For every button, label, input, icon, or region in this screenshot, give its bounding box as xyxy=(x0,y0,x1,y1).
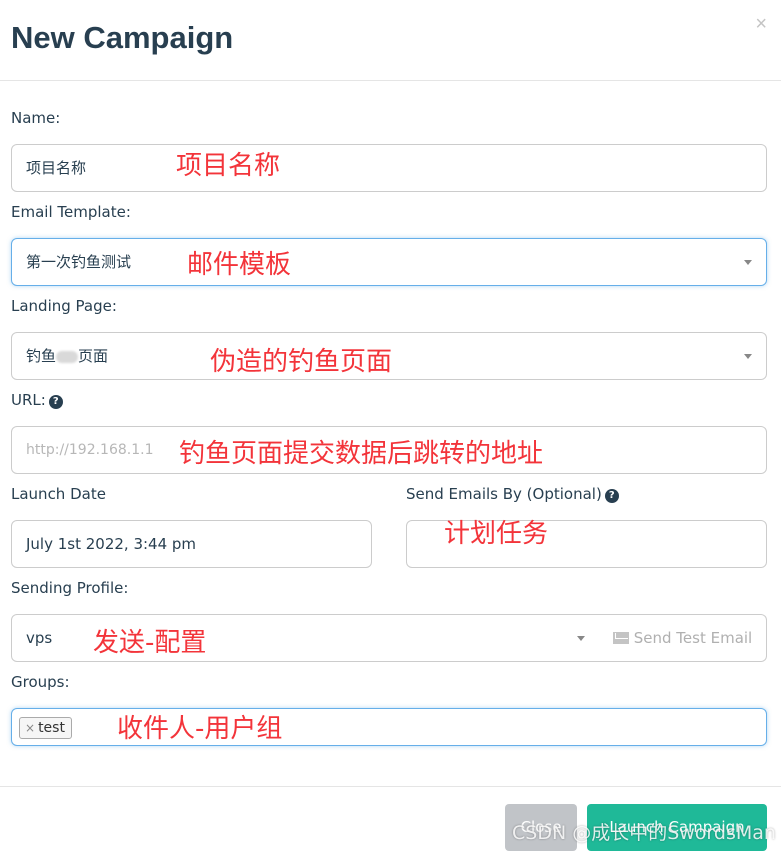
launch-date-input[interactable]: July 1st 2022, 3:44 pm xyxy=(11,520,372,568)
name-input[interactable]: 项目名称 xyxy=(11,144,767,192)
landing-page-value-end: 页面 xyxy=(78,347,109,365)
chevron-down-icon xyxy=(744,354,752,359)
send-test-email-label: Send Test Email xyxy=(633,629,753,647)
launch-campaign-button[interactable]: Launch Campaign xyxy=(587,804,767,851)
launch-date-value: July 1st 2022, 3:44 pm xyxy=(26,535,197,553)
question-circle-icon[interactable]: ? xyxy=(48,395,63,409)
redacted-blur xyxy=(56,350,79,363)
modal-header: New Campaign × xyxy=(0,0,781,81)
email-template-select[interactable]: 第一次钓鱼测试 xyxy=(11,238,767,286)
question-circle-icon[interactable]: ? xyxy=(604,489,619,503)
group-tag-label: test xyxy=(38,720,65,736)
close-icon[interactable]: × xyxy=(755,14,767,34)
modal-title: New Campaign xyxy=(11,20,234,55)
landing-page-value-start: 钓鱼 xyxy=(26,347,57,365)
url-label-text: URL: xyxy=(11,391,46,409)
url-placeholder: http://192.168.1.1 xyxy=(26,442,154,458)
name-label: Name: xyxy=(11,109,61,127)
close-button[interactable]: Close xyxy=(505,804,577,851)
sending-profile-value: vps xyxy=(26,629,53,647)
url-input[interactable]: http://192.168.1.1 xyxy=(11,426,767,474)
chevron-down-icon xyxy=(744,260,752,265)
sending-profile-label: Sending Profile: xyxy=(11,579,129,597)
send-by-label: Send Emails By (Optional)? xyxy=(406,485,619,503)
sending-profile-select[interactable]: vps xyxy=(11,614,600,662)
landing-page-label: Landing Page: xyxy=(11,297,117,315)
url-label: URL:? xyxy=(11,391,63,409)
landing-page-select[interactable]: 钓鱼 页面 xyxy=(11,332,767,380)
group-tag: × test xyxy=(19,717,72,739)
envelope-icon xyxy=(612,632,629,644)
email-template-value: 第一次钓鱼测试 xyxy=(26,253,132,271)
send-by-input[interactable] xyxy=(406,520,767,568)
chevron-down-icon xyxy=(577,636,585,641)
remove-tag-icon[interactable]: × xyxy=(25,721,35,735)
launch-date-label: Launch Date xyxy=(11,485,106,503)
email-template-label: Email Template: xyxy=(11,203,131,221)
send-test-email-button[interactable]: Send Test Email xyxy=(599,614,767,662)
name-value: 项目名称 xyxy=(26,159,87,177)
groups-input[interactable]: × test xyxy=(11,708,767,746)
send-by-label-text: Send Emails By (Optional) xyxy=(406,485,602,503)
groups-label: Groups: xyxy=(11,673,70,691)
